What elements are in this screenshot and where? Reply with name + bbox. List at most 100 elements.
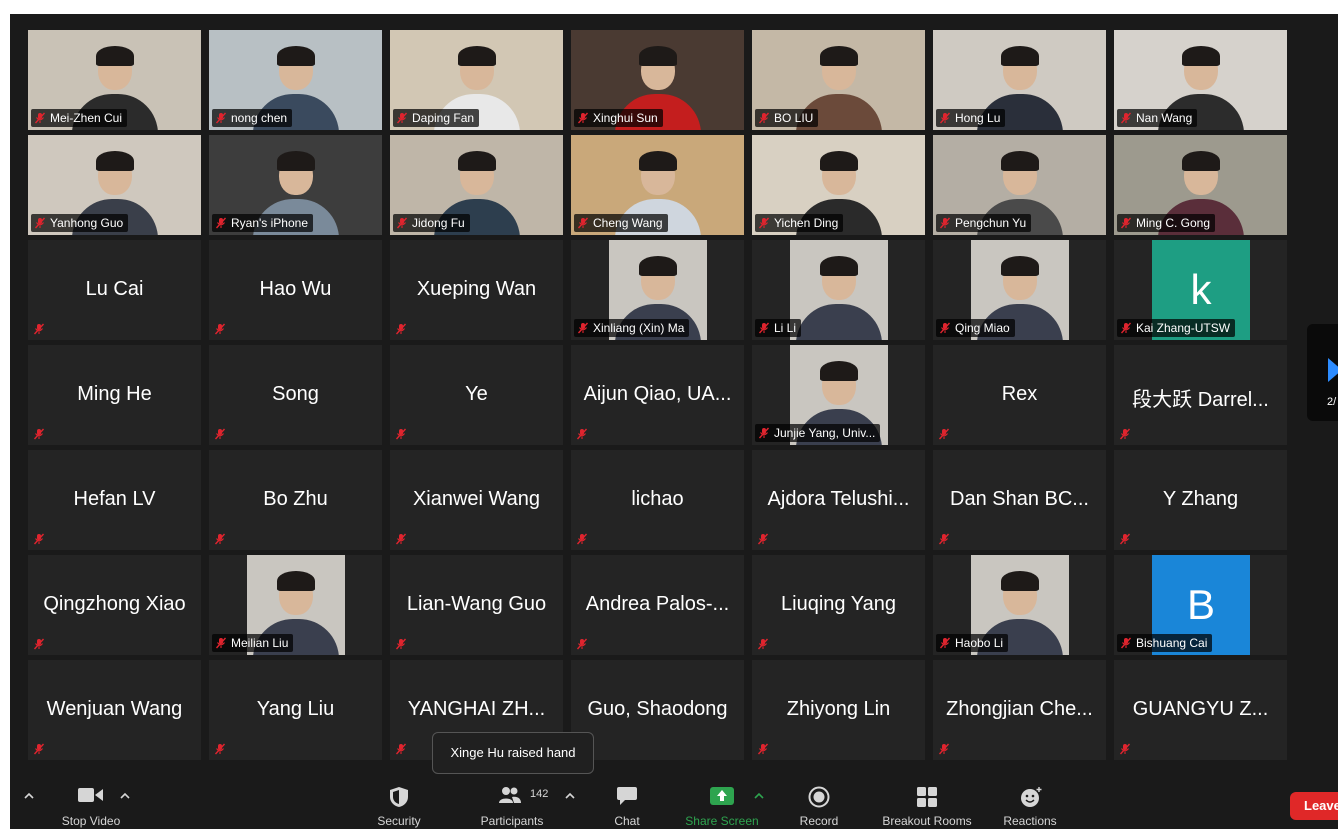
participant-tile-nong-chen[interactable]: nong chen — [209, 30, 382, 130]
participant-tile-andrea-palos[interactable]: Andrea Palos-... — [571, 555, 744, 655]
participant-name: Junjie Yang, Univ... — [774, 426, 876, 440]
meeting-toolbar: Stop Video Security 142 Participants Cha… — [10, 774, 1338, 829]
participant-name: Liuqing Yang — [781, 593, 896, 615]
participant-tile-xianwei-wang[interactable]: Xianwei Wang — [390, 450, 563, 550]
chat-label: Chat — [614, 814, 640, 828]
participant-tile-song[interactable]: Song — [209, 345, 382, 445]
participant-name: GUANGYU Z... — [1132, 698, 1269, 720]
share-screen-button[interactable]: Share Screen — [676, 774, 768, 829]
muted-microphone-icon — [576, 637, 588, 650]
participant-tile-guo-shaodong[interactable]: Guo, Shaodong — [571, 660, 744, 760]
muted-microphone-icon — [757, 637, 769, 650]
share-options-caret-icon[interactable] — [754, 792, 764, 800]
muted-microphone-icon — [395, 637, 407, 650]
participant-tile-hao-wu[interactable]: Hao Wu — [209, 240, 382, 340]
participant-tile-rex[interactable]: Rex — [933, 345, 1106, 445]
participant-tile-pengchun-yu[interactable]: Pengchun Yu — [933, 135, 1106, 235]
participant-tile-ming-c-gong[interactable]: Ming C. Gong — [1114, 135, 1287, 235]
participant-tile-yichen-ding[interactable]: Yichen Ding — [752, 135, 925, 235]
participant-name: Andrea Palos-... — [585, 593, 730, 615]
participant-tile-ajdora-telushi[interactable]: Ajdora Telushi... — [752, 450, 925, 550]
participant-name-label: Junjie Yang, Univ... — [755, 424, 881, 442]
participant-name: Ye — [465, 383, 488, 405]
participant-tile-haobo-li[interactable]: Haobo Li — [933, 555, 1106, 655]
participant-tile-ye[interactable]: Ye — [390, 345, 563, 445]
participants-button[interactable]: 142 Participants — [468, 774, 556, 829]
participant-tile-aijun-qiao-ua[interactable]: Aijun Qiao, UA... — [571, 345, 744, 445]
profile-photo — [790, 240, 888, 340]
audio-options-caret-icon[interactable] — [24, 792, 34, 800]
muted-microphone-icon — [1119, 532, 1131, 545]
muted-microphone-icon — [1119, 742, 1131, 755]
participant-tile-xinliang-xin-ma[interactable]: Xinliang (Xin) Ma — [571, 240, 744, 340]
participant-tile-dan-shan-bc[interactable]: Dan Shan BC... — [933, 450, 1106, 550]
participant-tile-yang-liu[interactable]: Yang Liu — [209, 660, 382, 760]
record-icon — [808, 786, 830, 808]
participant-tile-lichao[interactable]: lichao — [571, 450, 744, 550]
participant-tile-jidong-fu[interactable]: Jidong Fu — [390, 135, 563, 235]
participant-tile-bo-liu[interactable]: BO LIU — [752, 30, 925, 130]
muted-microphone-icon — [1120, 637, 1132, 649]
participant-tile-lu-cai[interactable]: Lu Cai — [28, 240, 201, 340]
participant-tile-y-zhang[interactable]: Y Zhang — [1114, 450, 1287, 550]
participant-name: Zhongjian Che... — [946, 698, 1093, 720]
participant-name-label: Yichen Ding — [755, 214, 844, 232]
participant-name-label: Pengchun Yu — [936, 214, 1032, 232]
security-button[interactable]: Security — [364, 774, 434, 829]
muted-microphone-icon — [214, 322, 226, 335]
stop-video-button[interactable]: Stop Video — [50, 774, 132, 829]
participant-tile-yanhong-guo[interactable]: Yanhong Guo — [28, 135, 201, 235]
next-page-tab[interactable]: 2/ — [1307, 324, 1338, 421]
participant-tile-kai-zhang-utsw[interactable]: k Kai Zhang-UTSW — [1114, 240, 1287, 340]
participant-tile-zhongjian-che[interactable]: Zhongjian Che... — [933, 660, 1106, 760]
participant-tile-ryan-s-iphone[interactable]: Ryan's iPhone — [209, 135, 382, 235]
raised-hand-notification: Xinge Hu raised hand — [432, 732, 594, 781]
muted-microphone-icon — [215, 637, 227, 649]
chat-button[interactable]: Chat — [598, 774, 656, 829]
leave-button[interactable]: Leave — [1290, 792, 1338, 820]
participant-name: Yang Liu — [256, 698, 335, 720]
participant-name-label: Meilian Liu — [212, 634, 294, 652]
participant-tile-wenjuan-wang[interactable]: Wenjuan Wang — [28, 660, 201, 760]
participant-name: Kai Zhang-UTSW — [1136, 321, 1231, 335]
participant-tile-bo-zhu[interactable]: Bo Zhu — [209, 450, 382, 550]
participant-tile-hefan-lv[interactable]: Hefan LV — [28, 450, 201, 550]
participant-name-label: Kai Zhang-UTSW — [1117, 319, 1236, 337]
participant-tile-li-li[interactable]: Li Li — [752, 240, 925, 340]
participant-tile-daping-fan[interactable]: Daping Fan — [390, 30, 563, 130]
muted-microphone-icon — [938, 532, 950, 545]
participant-tile-zhiyong-lin[interactable]: Zhiyong Lin — [752, 660, 925, 760]
participant-tile-junjie-yang-univ[interactable]: Junjie Yang, Univ... — [752, 345, 925, 445]
participant-tile-cheng-wang[interactable]: Cheng Wang — [571, 135, 744, 235]
breakout-rooms-button[interactable]: Breakout Rooms — [872, 774, 982, 829]
muted-microphone-icon — [939, 322, 951, 334]
muted-microphone-icon — [395, 532, 407, 545]
participant-tile-mei-zhen-cui[interactable]: Mei-Zhen Cui — [28, 30, 201, 130]
participant-tile-xueping-wan[interactable]: Xueping Wan — [390, 240, 563, 340]
participant-tile-lian-wang-guo[interactable]: Lian-Wang Guo — [390, 555, 563, 655]
video-options-caret-icon[interactable] — [120, 792, 130, 800]
participant-name-label: Jidong Fu — [393, 214, 470, 232]
participant-name: Guo, Shaodong — [587, 698, 728, 720]
participant-tile-xinghui-sun[interactable]: Xinghui Sun — [571, 30, 744, 130]
participant-tile-nan-wang[interactable]: Nan Wang — [1114, 30, 1287, 130]
muted-microphone-icon — [33, 637, 45, 650]
participants-options-caret-icon[interactable] — [565, 792, 575, 800]
next-page-arrow-icon[interactable] — [1328, 358, 1338, 382]
participant-tile-darrel[interactable]: 段大跃 Darrel... — [1114, 345, 1287, 445]
reactions-button[interactable]: Reactions — [994, 774, 1066, 829]
participant-name: Ming C. Gong — [1136, 216, 1211, 230]
participant-tile-ming-he[interactable]: Ming He — [28, 345, 201, 445]
participant-tile-meilian-liu[interactable]: Meilian Liu — [209, 555, 382, 655]
participant-tile-qingzhong-xiao[interactable]: Qingzhong Xiao — [28, 555, 201, 655]
participant-name: Hong Lu — [955, 111, 1001, 125]
participant-tile-qing-miao[interactable]: Qing Miao — [933, 240, 1106, 340]
participant-tile-hong-lu[interactable]: Hong Lu — [933, 30, 1106, 130]
muted-microphone-icon — [395, 322, 407, 335]
muted-microphone-icon — [577, 322, 589, 334]
participant-tile-liuqing-yang[interactable]: Liuqing Yang — [752, 555, 925, 655]
participant-tile-guangyu-z[interactable]: GUANGYU Z... — [1114, 660, 1287, 760]
participant-tile-bishuang-cai[interactable]: B Bishuang Cai — [1114, 555, 1287, 655]
participant-name: Dan Shan BC... — [950, 488, 1089, 510]
record-button[interactable]: Record — [788, 774, 850, 829]
